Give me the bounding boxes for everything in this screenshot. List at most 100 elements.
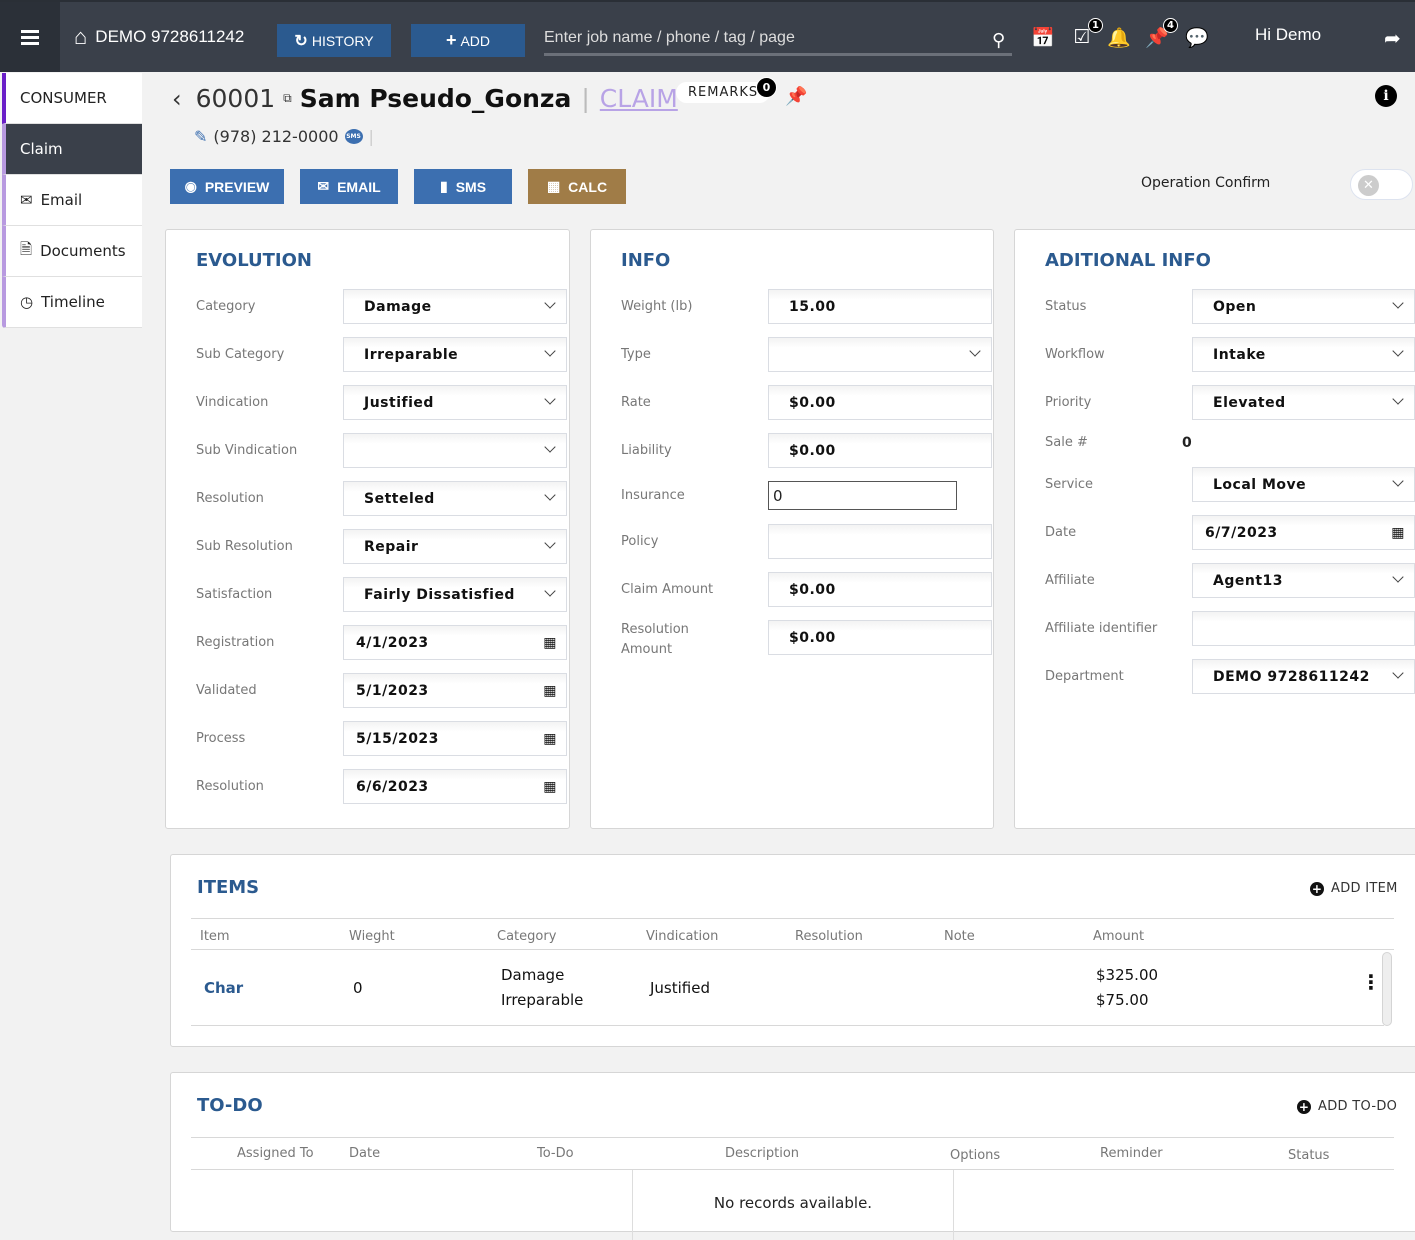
registration-date-picker[interactable]: 4/1/2023 ▦ [343,625,567,660]
customer-name: Sam Pseudo_Gonza [299,84,572,113]
chevron-down-icon [544,585,556,597]
chevron-down-icon [1392,345,1404,357]
weight-input[interactable]: 15.00 [768,289,992,324]
resolution-amount-input[interactable]: $0.00 [768,620,992,655]
affiliate-select[interactable]: Agent13 [1192,563,1415,598]
column-header: Options [950,1148,1001,1163]
info-icon[interactable]: i [1375,85,1397,107]
back-icon[interactable]: ‹ [172,85,182,113]
evolution-row: Process 5/15/2023 ▦ [196,721,567,756]
home-link[interactable]: ⌂ DEMO 9728611242 [74,24,244,50]
close-icon: ✕ [1358,175,1379,196]
service-select[interactable]: Local Move [1192,467,1415,502]
resolution-select[interactable]: Setteled [343,481,567,516]
calendar-icon[interactable]: ▦ [1391,525,1405,541]
sub-vindication-select[interactable] [343,433,567,468]
liability-input[interactable]: $0.00 [768,433,992,468]
satisfaction-label: Satisfaction [196,586,273,602]
operation-confirm-toggle[interactable]: ✕ [1350,169,1413,200]
sidebar-item-documents[interactable]: 🗎 Documents [2,226,142,277]
search-icon[interactable]: ⚲ [992,30,1005,51]
sms-button[interactable]: ▮ SMS [414,169,512,204]
department-select[interactable]: DEMO 9728611242 [1192,659,1415,694]
type-select[interactable] [768,337,992,372]
email-button[interactable]: ✉ EMAIL [300,169,398,204]
menu-button[interactable] [0,2,60,72]
claim-amount-input[interactable]: $0.00 [768,572,992,607]
date-picker[interactable]: 6/7/2023 ▦ [1192,515,1415,550]
column-header: Resolution [795,929,863,944]
chevron-down-icon [544,345,556,357]
add-item-button[interactable]: + ADD ITEM [1310,881,1398,896]
item-name-link[interactable]: Char [204,979,243,997]
policy-input[interactable] [768,524,992,559]
more-options-icon[interactable]: ⋮ [1361,972,1381,992]
weight-label: Weight (lb) [621,298,693,314]
page-header: ‹ 60001 ⧉ Sam Pseudo_Gonza | CLAIM [172,84,678,113]
add-todo-button[interactable]: + ADD TO-DO [1297,1099,1397,1114]
sidebar-item-consumer[interactable]: CONSUMER [2,73,142,124]
tasks-icon[interactable]: ☑ 1 [1070,18,1103,48]
workflow-select[interactable]: Intake [1192,337,1415,372]
process-date-picker[interactable]: 5/15/2023 ▦ [343,721,567,756]
calendar-icon[interactable]: ▦ [543,635,557,651]
service-label: Service [1045,476,1094,492]
logout-icon[interactable]: ➦ [1384,26,1401,50]
sidebar: CONSUMER Claim ✉ Email 🗎 Documents ◷ Timeli… [2,73,142,328]
history-button[interactable]: ↻ HISTORY [277,24,391,57]
sidebar-item-claim[interactable]: Claim [2,124,142,175]
rate-input[interactable]: $0.00 [768,385,992,420]
sub-category-select[interactable]: Irreparable [343,337,567,372]
items-card: ITEMS + ADD ITEM Item Wieght Category Vin… [170,854,1415,1047]
sidebar-item-email[interactable]: ✉ Email [2,175,142,226]
column-header: Date [349,1146,381,1161]
evolution-row: Sub Resolution Repair [196,529,567,564]
item-subcategory: Irreparable [501,991,584,1009]
column-header: Assigned To [237,1146,314,1161]
type-label: Type [621,346,651,362]
validated-date-picker[interactable]: 5/1/2023 ▦ [343,673,567,708]
calendar-icon[interactable]: 📅 [1031,26,1055,49]
calendar-icon[interactable]: ▦ [543,779,557,795]
chevron-down-icon [544,537,556,549]
vindication-select[interactable]: Justified [343,385,567,420]
search-input[interactable]: Enter job name / phone / tag / page [544,26,1012,56]
add-button[interactable]: + ADD [411,24,525,57]
home-icon: ⌂ [74,24,88,49]
status-select[interactable]: Open [1192,289,1415,324]
priority-select[interactable]: Elevated [1192,385,1415,420]
pin-icon[interactable]: 📌 4 [1145,18,1178,49]
chevron-down-icon [544,441,556,453]
date-label: Date [1045,524,1077,540]
sub-category-label: Sub Category [196,346,285,362]
item-vindication: Justified [650,979,710,997]
item-amount: $325.00 [1096,966,1159,984]
affiliate-identifier-input[interactable] [1192,611,1415,646]
scrollbar[interactable] [1382,952,1392,1026]
resolution-amount-label: Resolution Amount [621,622,689,657]
chevron-down-icon [969,345,981,357]
sidebar-item-timeline[interactable]: ◷ Timeline [2,277,142,328]
pin-icon[interactable]: 📌 [785,86,807,107]
evolution-row: Registration 4/1/2023 ▦ [196,625,567,660]
chat-icon[interactable]: 💬 [1185,26,1209,49]
calendar-icon[interactable]: ▦ [543,683,557,699]
edit-icon[interactable]: ✎ [194,127,207,146]
category-select[interactable]: Damage [343,289,567,324]
info-card: INFO Weight (lb) 15.00 Type Rate $0.00 Lia… [590,229,994,829]
claim-link[interactable]: CLAIM [600,84,678,113]
bell-icon[interactable]: 🔔 [1107,26,1131,49]
insurance-input[interactable]: 0 [768,481,957,510]
satisfaction-select[interactable]: Fairly Dissatisfied [343,577,567,612]
job-number: 60001 [195,84,276,113]
copy-icon[interactable]: ⧉ [283,91,292,106]
sub-resolution-select[interactable]: Repair [343,529,567,564]
evolution-row: Resolution 6/6/2023 ▦ [196,769,567,804]
sms-icon[interactable]: SMS [344,129,363,144]
sale-value: 0 [1182,435,1192,451]
calendar-icon[interactable]: ▦ [543,731,557,747]
resolution-date-picker[interactable]: 6/6/2023 ▦ [343,769,567,804]
calc-button[interactable]: ▦ CALC [528,169,626,204]
preview-button[interactable]: ◉ PREVIEW [170,169,284,204]
workflow-label: Workflow [1045,346,1105,362]
